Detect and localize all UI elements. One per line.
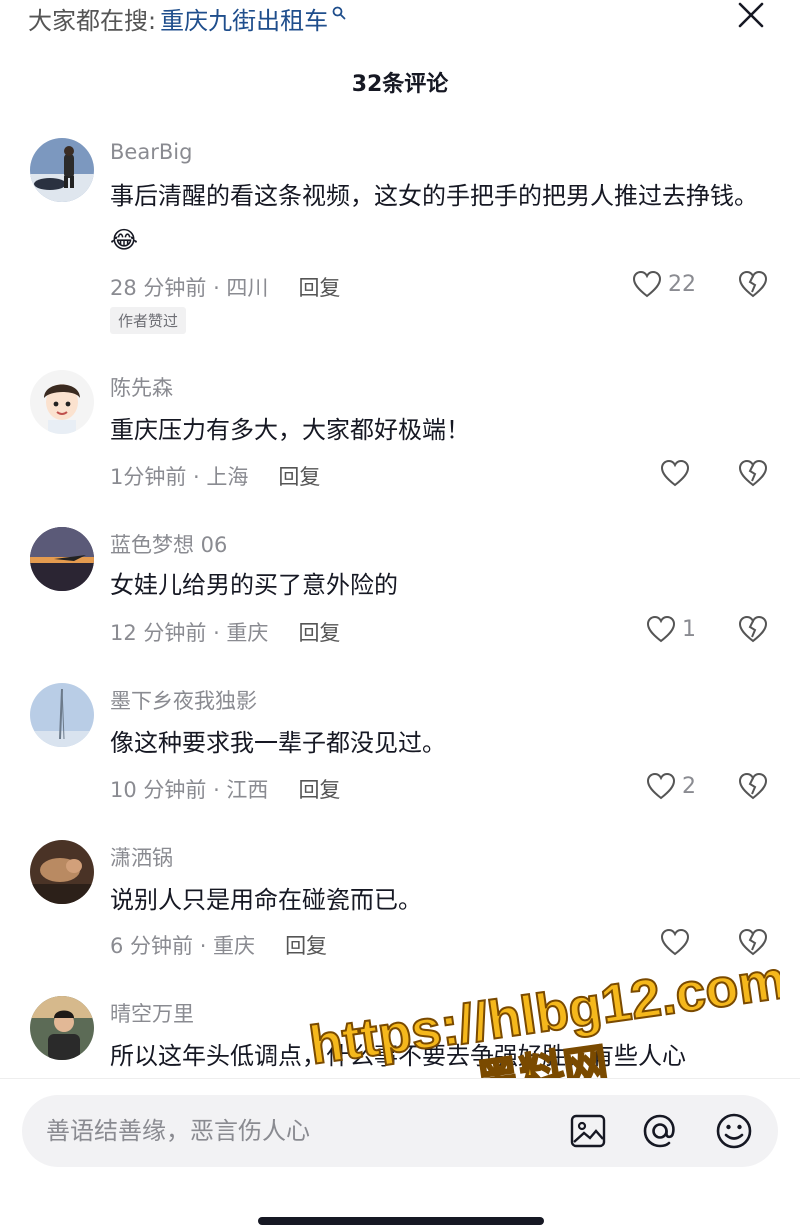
comment-text: 所以这年头低调点，什么事不要去争强好胜，有些人心 xyxy=(110,1042,686,1070)
comment-username[interactable]: 晴空万里 xyxy=(110,998,194,1028)
broken-heart-icon xyxy=(738,270,768,298)
search-icon xyxy=(332,6,346,20)
reply-button[interactable]: 回复 xyxy=(298,617,340,647)
reply-button[interactable]: 回复 xyxy=(278,461,320,491)
avatar[interactable] xyxy=(30,683,94,747)
home-indicator[interactable] xyxy=(258,1217,544,1225)
emoji-icon xyxy=(716,1113,752,1149)
heart-icon xyxy=(632,270,662,298)
search-hint[interactable]: 大家都在搜: 重庆九街出租车 xyxy=(28,0,346,36)
broken-heart-icon xyxy=(738,928,768,956)
image-icon xyxy=(570,1114,606,1148)
emoji-button[interactable] xyxy=(712,1109,756,1153)
comment-count-title: 32条评论 xyxy=(351,72,449,97)
close-icon xyxy=(738,2,764,28)
comment-time-location: 1分钟前 · 上海 xyxy=(110,465,249,489)
comment-username[interactable]: 蓝色梦想 06 xyxy=(110,529,227,559)
avatar[interactable] xyxy=(30,138,94,202)
comment-text: 像这种要求我一辈子都没见过。 xyxy=(110,729,446,757)
avatar[interactable] xyxy=(30,996,94,1060)
search-hint-query[interactable]: 重庆九街出租车 xyxy=(160,1,328,36)
at-mention-icon xyxy=(643,1114,675,1148)
comment-meta: 1分钟前 · 上海 回复 xyxy=(110,461,320,491)
comment-username[interactable]: 墨下乡夜我独影 xyxy=(110,685,257,715)
comment-meta: 10 分钟前 · 江西 回复 xyxy=(110,774,340,804)
comment-meta: 28 分钟前 · 四川 回复 xyxy=(110,272,340,302)
comment-username[interactable]: 陈先森 xyxy=(110,372,173,402)
broken-heart-icon xyxy=(738,615,768,643)
image-button[interactable] xyxy=(566,1109,610,1153)
broken-heart-icon xyxy=(738,459,768,487)
comment-text: 说别人只是用命在碰瓷而已。 xyxy=(110,886,422,914)
comment-time-location: 6 分钟前 · 重庆 xyxy=(110,934,256,958)
reply-button[interactable]: 回复 xyxy=(298,272,340,302)
comment-input[interactable]: 善语结善缘，恶言伤人心 xyxy=(22,1095,778,1167)
like-button[interactable]: 2 xyxy=(646,772,696,800)
comment-username[interactable]: 潇洒锅 xyxy=(110,842,173,872)
heart-icon xyxy=(646,615,676,643)
dislike-button[interactable] xyxy=(738,928,768,960)
comment-text: 事后清醒的看这条视频，这女的手把手的把男人推过去挣钱。😂 xyxy=(110,182,758,254)
dislike-button[interactable] xyxy=(738,615,768,647)
search-hint-prefix: 大家都在搜: xyxy=(28,6,157,35)
comment-text: 重庆压力有多大，大家都好极端！ xyxy=(110,416,470,444)
comment-time-location: 28 分钟前 · 四川 xyxy=(110,276,269,300)
comment-meta: 12 分钟前 · 重庆 回复 xyxy=(110,617,340,647)
like-count: 1 xyxy=(682,616,696,642)
like-count: 2 xyxy=(682,773,696,799)
comment-time-location: 10 分钟前 · 江西 xyxy=(110,778,269,802)
dislike-button[interactable] xyxy=(738,772,768,804)
comment-meta: 6 分钟前 · 重庆 回复 xyxy=(110,930,327,960)
like-button[interactable]: 22 xyxy=(632,270,696,298)
comment-time-location: 12 分钟前 · 重庆 xyxy=(110,621,269,645)
heart-icon xyxy=(660,928,690,956)
close-button[interactable] xyxy=(734,0,768,30)
like-button[interactable]: 1 xyxy=(646,615,696,643)
heart-icon xyxy=(660,459,690,487)
avatar[interactable] xyxy=(30,370,94,434)
mention-button[interactable] xyxy=(638,1109,682,1153)
broken-heart-icon xyxy=(738,772,768,800)
dislike-button[interactable] xyxy=(738,459,768,491)
comment-username[interactable]: BearBig xyxy=(110,140,192,164)
like-count: 22 xyxy=(668,271,696,297)
like-button[interactable] xyxy=(660,459,696,487)
avatar[interactable] xyxy=(30,527,94,591)
dislike-button[interactable] xyxy=(738,270,768,302)
like-button[interactable] xyxy=(660,928,696,956)
comment-input-bar: 善语结善缘，恶言伤人心 xyxy=(0,1078,800,1232)
heart-icon xyxy=(646,772,676,800)
reply-button[interactable]: 回复 xyxy=(298,774,340,804)
reply-button[interactable]: 回复 xyxy=(285,930,327,960)
comment-input-placeholder: 善语结善缘，恶言伤人心 xyxy=(46,1117,310,1145)
comment-text: 女娃儿给男的买了意外险的 xyxy=(110,571,398,599)
avatar[interactable] xyxy=(30,840,94,904)
author-liked-badge: 作者赞过 xyxy=(110,307,187,334)
